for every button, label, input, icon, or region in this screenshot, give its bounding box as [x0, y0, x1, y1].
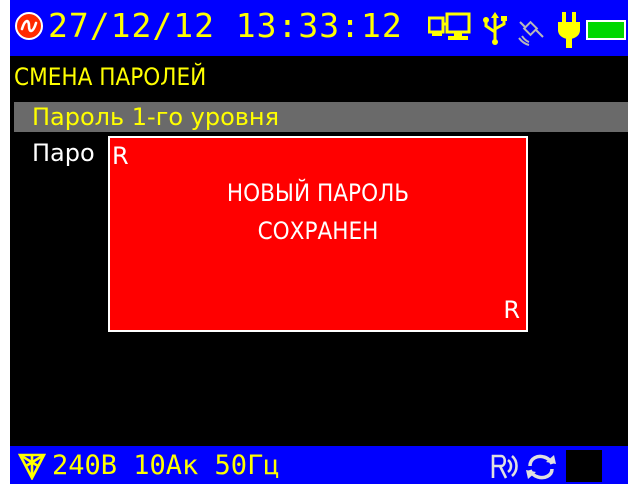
menu-item-label: Паро	[32, 139, 95, 167]
datetime: 27/12/12 13:33:12	[48, 6, 403, 45]
network-icon	[18, 453, 46, 480]
logo-icon	[15, 12, 43, 40]
battery-icon	[586, 20, 626, 40]
menu-item-password-level-1[interactable]: Пароль 1-го уровня	[14, 102, 628, 132]
status-indicator-box	[566, 450, 602, 482]
plug-icon	[558, 12, 580, 48]
pc-link-icon	[428, 12, 471, 40]
measurements-readout: 240В 10Ак 50Гц	[52, 450, 280, 481]
satellite-icon	[518, 20, 544, 46]
usb-icon	[483, 12, 507, 45]
dialog-message-line-2: СОХРАНЕН	[257, 217, 379, 245]
bottom-status-bar: 240В 10Ак 50Гц	[10, 446, 628, 484]
dialog-corner-label-bottom: R	[503, 296, 520, 324]
device-screen: 27/12/12 13:33:12 СМЕНА ПАРОЛЕЙ Пароль 1…	[10, 0, 628, 484]
menu-title: СМЕНА ПАРОЛЕЙ	[14, 63, 207, 91]
dialog-corner-label-top: R	[112, 142, 129, 170]
dialog-message: НОВЫЙ ПАРОЛЬ СОХРАНЕН	[110, 174, 526, 250]
dialog-message-line-1: НОВЫЙ ПАРОЛЬ	[226, 179, 410, 207]
rec-icon	[491, 454, 518, 479]
sync-icon	[526, 454, 556, 480]
menu-item-label: Пароль 1-го уровня	[32, 103, 280, 131]
top-status-bar: 27/12/12 13:33:12	[10, 0, 628, 56]
password-saved-dialog[interactable]: R НОВЫЙ ПАРОЛЬ СОХРАНЕН R	[108, 136, 528, 332]
